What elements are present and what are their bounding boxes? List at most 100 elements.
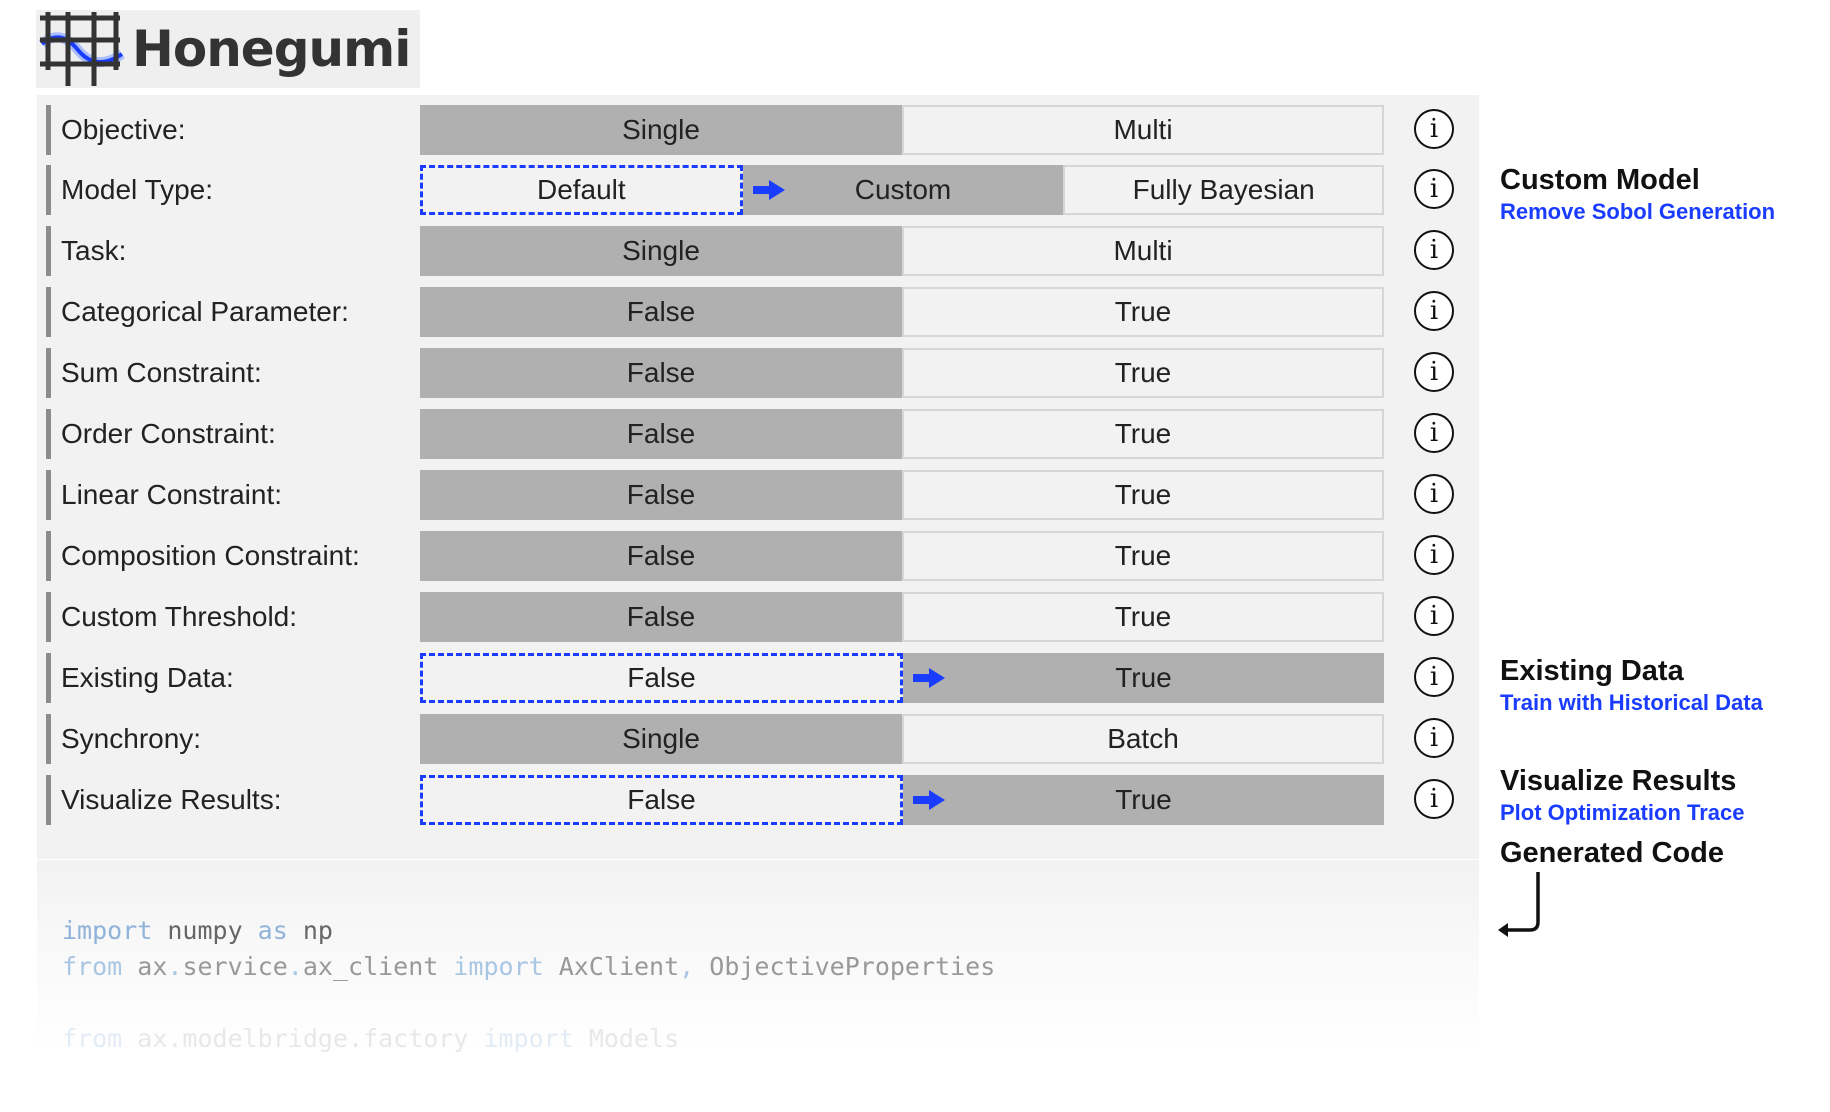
option-label: False — [627, 662, 696, 693]
info-icon[interactable]: i — [1414, 718, 1454, 758]
annotation-visualize-results: Visualize Results Plot Optimization Trac… — [1500, 765, 1744, 826]
option-group: False True — [420, 592, 1384, 642]
annotation-title: Generated Code — [1500, 837, 1724, 869]
option-group: False True — [420, 409, 1384, 459]
option-label: False — [627, 784, 696, 815]
app-title: Honegumi — [132, 20, 411, 78]
option-false[interactable]: False — [420, 653, 903, 703]
info-icon[interactable]: i — [1414, 535, 1454, 575]
option-false[interactable]: False — [420, 409, 902, 459]
row-composition-constraint: Composition Constraint: False True i — [46, 531, 1476, 583]
arrow-right-icon — [752, 180, 785, 200]
option-false[interactable]: False — [420, 775, 903, 825]
annotation-generated-code: Generated Code — [1500, 837, 1724, 870]
row-label: Linear Constraint: — [46, 470, 402, 520]
row-sum-constraint: Sum Constraint: False True i — [46, 348, 1476, 400]
row-order-constraint: Order Constraint: False True i — [46, 409, 1476, 461]
arrow-right-icon — [913, 790, 945, 810]
option-group: False True — [420, 531, 1384, 581]
row-visualize-results: Visualize Results: False True i — [46, 775, 1476, 827]
annotation-subtitle: Plot Optimization Trace — [1500, 800, 1745, 825]
row-label: Model Type: — [46, 165, 402, 215]
option-true[interactable]: True — [903, 775, 1384, 825]
info-icon[interactable]: i — [1414, 109, 1454, 149]
option-group: False True — [420, 470, 1384, 520]
row-synchrony: Synchrony: Single Batch i — [46, 714, 1476, 766]
option-multi[interactable]: Multi — [902, 105, 1384, 155]
info-icon[interactable]: i — [1414, 657, 1454, 697]
row-linear-constraint: Linear Constraint: False True i — [46, 470, 1476, 522]
option-true[interactable]: True — [902, 531, 1384, 581]
row-categorical-parameter: Categorical Parameter: False True i — [46, 287, 1476, 339]
option-group: False True — [420, 348, 1384, 398]
option-true[interactable]: True — [902, 470, 1384, 520]
code-line: from ax.modelbridge.factory import Model… — [62, 1024, 680, 1053]
option-true[interactable]: True — [902, 348, 1384, 398]
annotation-custom-model: Custom Model Remove Sobol Generation — [1500, 164, 1775, 225]
annotation-subtitle: Remove Sobol Generation — [1500, 199, 1776, 224]
row-model-type: Model Type: Default Custom Fully Bayesia… — [46, 165, 1476, 217]
options-panel: Objective: Single Multi i Model Type: De… — [37, 95, 1479, 859]
row-label: Synchrony: — [46, 714, 402, 764]
option-false[interactable]: False — [420, 470, 902, 520]
info-icon[interactable]: i — [1414, 291, 1454, 331]
app-logo: Honegumi — [36, 10, 420, 88]
row-label: Task: — [46, 226, 402, 276]
option-label: Fully Bayesian — [1132, 174, 1315, 205]
option-default[interactable]: Default — [420, 165, 743, 215]
option-group: False True — [420, 287, 1384, 337]
row-task: Task: Single Multi i — [46, 226, 1476, 278]
info-icon[interactable]: i — [1414, 352, 1454, 392]
option-group: False True — [420, 775, 1384, 825]
info-icon[interactable]: i — [1414, 474, 1454, 514]
option-single[interactable]: Single — [420, 226, 902, 276]
row-objective: Objective: Single Multi i — [46, 105, 1476, 157]
option-group: False True — [420, 653, 1384, 703]
info-icon[interactable]: i — [1414, 596, 1454, 636]
option-group: Single Multi — [420, 105, 1384, 155]
option-group: Single Batch — [420, 714, 1384, 764]
annotation-existing-data: Existing Data Train with Historical Data — [1500, 655, 1763, 716]
option-false[interactable]: False — [420, 287, 902, 337]
option-fully-bayesian[interactable]: Fully Bayesian — [1063, 165, 1385, 215]
option-group: Default Custom Fully Bayesian — [420, 165, 1385, 215]
option-single[interactable]: Single — [420, 105, 902, 155]
row-label: Order Constraint: — [46, 409, 402, 459]
info-icon[interactable]: i — [1414, 230, 1454, 270]
arrow-right-icon — [913, 668, 945, 688]
info-icon[interactable]: i — [1414, 169, 1454, 209]
row-label: Existing Data: — [46, 653, 402, 703]
row-label: Composition Constraint: — [46, 531, 402, 581]
option-label: Default — [536, 174, 626, 205]
option-label: Custom — [854, 174, 952, 205]
option-batch[interactable]: Batch — [902, 714, 1384, 764]
annotation-title: Existing Data — [1500, 655, 1684, 687]
option-label: True — [1115, 784, 1172, 815]
option-true[interactable]: True — [902, 592, 1384, 642]
option-false[interactable]: False — [420, 348, 902, 398]
option-single[interactable]: Single — [420, 714, 902, 764]
row-label: Objective: — [46, 105, 402, 155]
row-custom-threshold: Custom Threshold: False True i — [46, 592, 1476, 644]
annotation-title: Custom Model — [1500, 164, 1700, 196]
option-custom[interactable]: Custom — [742, 165, 1064, 215]
info-icon[interactable]: i — [1414, 413, 1454, 453]
row-label: Sum Constraint: — [46, 348, 402, 398]
option-true[interactable]: True — [902, 287, 1384, 337]
honegumi-logo-icon — [38, 12, 125, 86]
option-label: True — [1115, 662, 1172, 693]
option-true[interactable]: True — [902, 409, 1384, 459]
annotation-title: Visualize Results — [1500, 765, 1737, 797]
option-group: Single Multi — [420, 226, 1384, 276]
row-existing-data: Existing Data: False True i — [46, 653, 1476, 705]
option-multi[interactable]: Multi — [902, 226, 1384, 276]
option-true[interactable]: True — [903, 653, 1384, 703]
row-label: Custom Threshold: — [46, 592, 402, 642]
option-false[interactable]: False — [420, 531, 902, 581]
code-line: from ax.service.ax_client import AxClien… — [62, 952, 996, 981]
option-false[interactable]: False — [420, 592, 902, 642]
annotation-subtitle: Train with Historical Data — [1500, 690, 1763, 715]
info-icon[interactable]: i — [1414, 779, 1454, 819]
row-label: Visualize Results: — [46, 775, 402, 825]
return-arrow-icon — [1498, 872, 1540, 937]
